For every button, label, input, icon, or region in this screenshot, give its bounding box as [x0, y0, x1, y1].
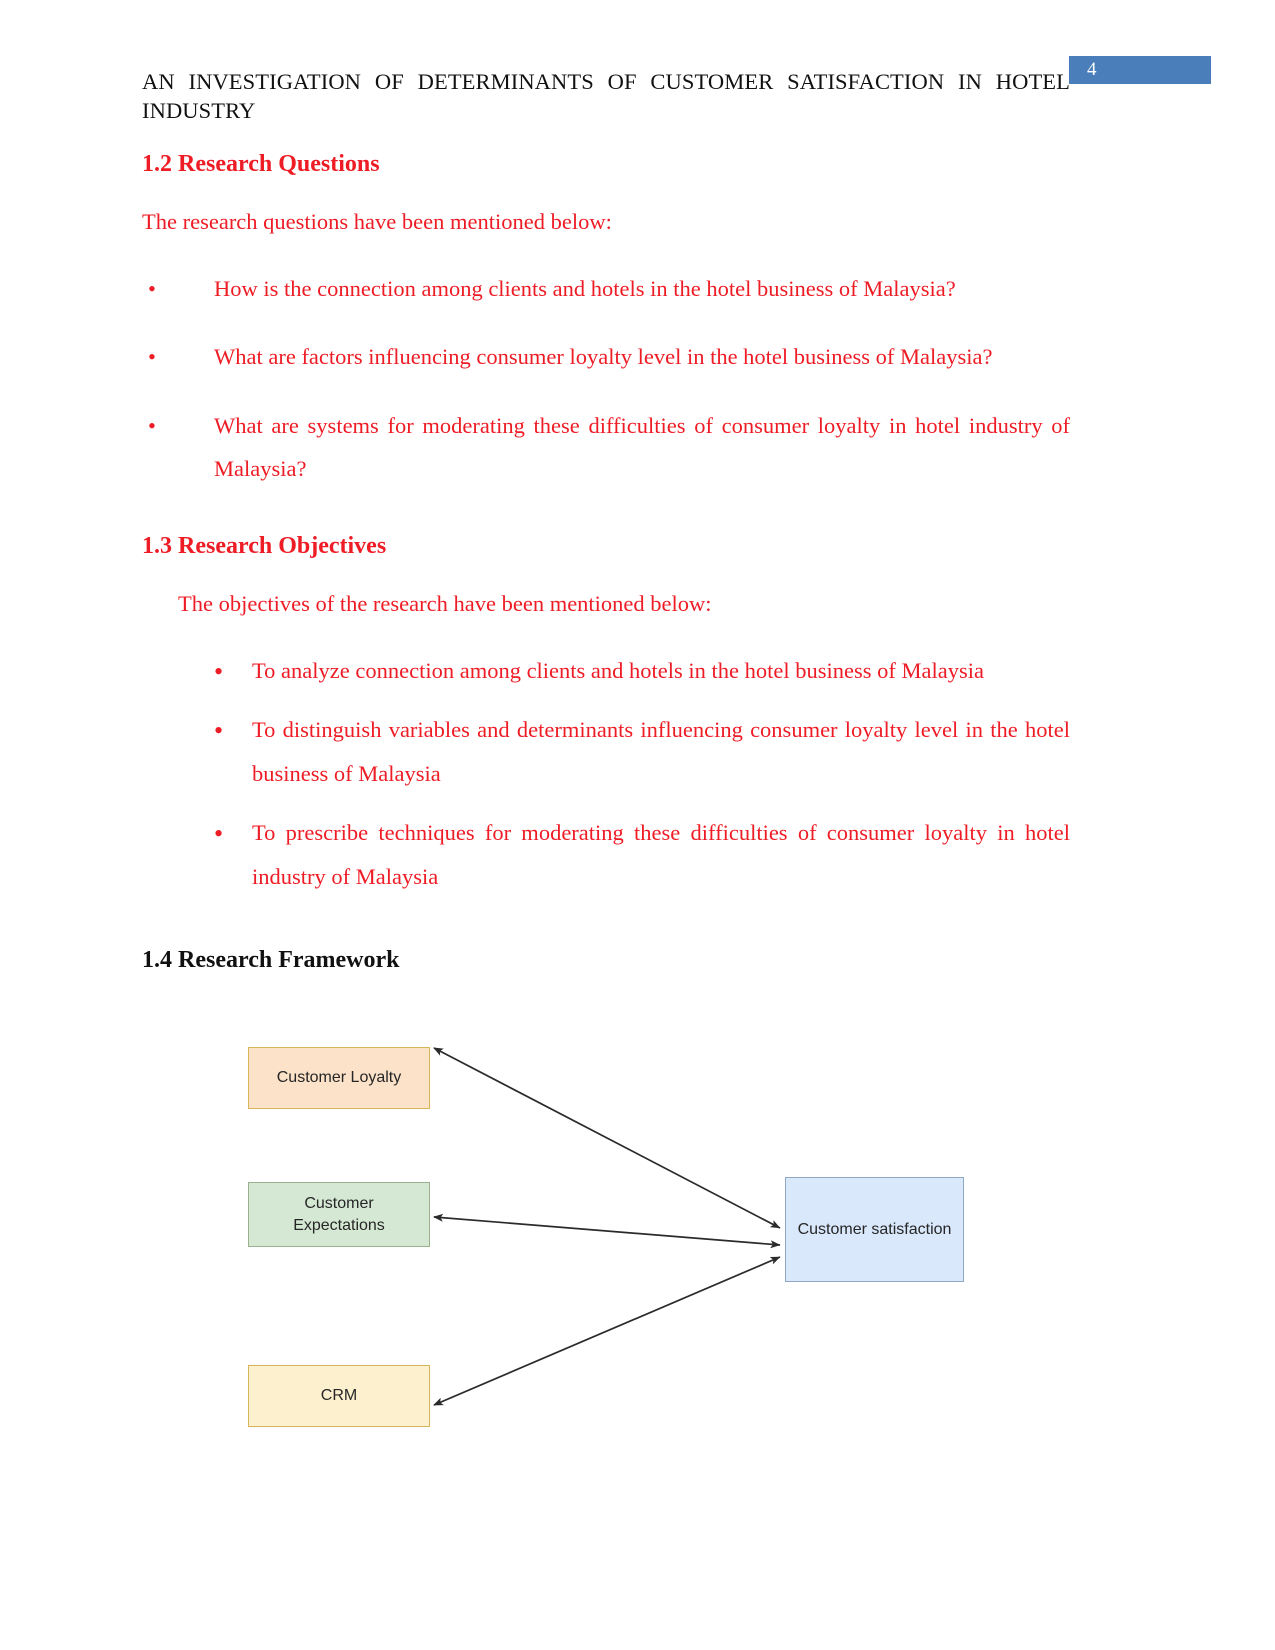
- bullet-marker-icon: •: [148, 344, 156, 370]
- list-item: • What are systems for moderating these …: [142, 405, 1070, 491]
- diagram-node-label: Customer satisfaction: [797, 1220, 952, 1238]
- diagram-node-crm[interactable]: CRM: [248, 1365, 430, 1427]
- running-title: AN INVESTIGATION OF DETERMINANTS OF CUST…: [142, 69, 1070, 123]
- bullet-marker-icon: •: [148, 275, 156, 301]
- list-item-text: To prescribe techniques for moderating t…: [252, 819, 1070, 889]
- list-item: • To prescribe techniques for moderating…: [180, 811, 1070, 899]
- diagram-node-label-line2: Expectations: [293, 1216, 385, 1234]
- diagram-node-label-line1: Customer: [304, 1194, 374, 1212]
- list-item-text: What are factors influencing consumer lo…: [214, 344, 993, 370]
- research-framework-diagram: Customer Loyalty Customer Expectations C…: [142, 985, 1142, 1455]
- document-body: AN INVESTIGATION OF DETERMINANTS OF CUST…: [142, 0, 1070, 976]
- page-number-value: 4: [1087, 59, 1097, 80]
- list-item-text: To analyze connection among clients and …: [252, 658, 984, 684]
- diagram-node-customer-expectations[interactable]: Customer Expectations: [248, 1182, 430, 1247]
- bullet-marker-icon: •: [214, 657, 224, 687]
- bullet-marker-icon: •: [148, 413, 156, 439]
- research-questions-list: • How is the connection among clients an…: [142, 268, 1070, 491]
- list-item: • To distinguish variables and determina…: [180, 708, 1070, 796]
- diagram-node-label: CRM: [320, 1387, 358, 1405]
- list-item-text: To distinguish variables and determinant…: [252, 717, 1070, 786]
- list-item-text: What are systems for moderating these di…: [214, 413, 1070, 481]
- heading-research-objectives: 1.3 Research Objectives: [142, 532, 387, 559]
- list-item: • To analyze connection among clients an…: [180, 649, 1070, 693]
- edge-expectations-satisfaction: [433, 1213, 781, 1249]
- edge-loyalty-satisfaction: [433, 1047, 781, 1229]
- heading-research-framework: 1.4 Research Framework: [142, 946, 400, 973]
- research-objectives-intro: The objectives of the research have been…: [178, 590, 712, 616]
- bullet-marker-icon: •: [214, 716, 224, 746]
- list-item-text: How is the connection among clients and …: [214, 275, 956, 301]
- page-number-badge: 4: [1069, 56, 1211, 84]
- heading-research-questions: 1.2 Research Questions: [142, 151, 380, 178]
- list-item: • What are factors influencing consumer …: [142, 336, 1070, 379]
- bullet-marker-icon: •: [214, 818, 224, 848]
- list-item: • How is the connection among clients an…: [142, 268, 1070, 311]
- diagram-node-customer-satisfaction[interactable]: Customer satisfaction: [785, 1177, 964, 1282]
- edge-crm-satisfaction: [433, 1256, 781, 1406]
- diagram-node-customer-loyalty[interactable]: Customer Loyalty: [248, 1047, 430, 1109]
- research-questions-intro: The research questions have been mention…: [142, 209, 612, 235]
- diagram-node-label: Customer Loyalty: [276, 1069, 402, 1087]
- research-objectives-list: • To analyze connection among clients an…: [180, 649, 1070, 898]
